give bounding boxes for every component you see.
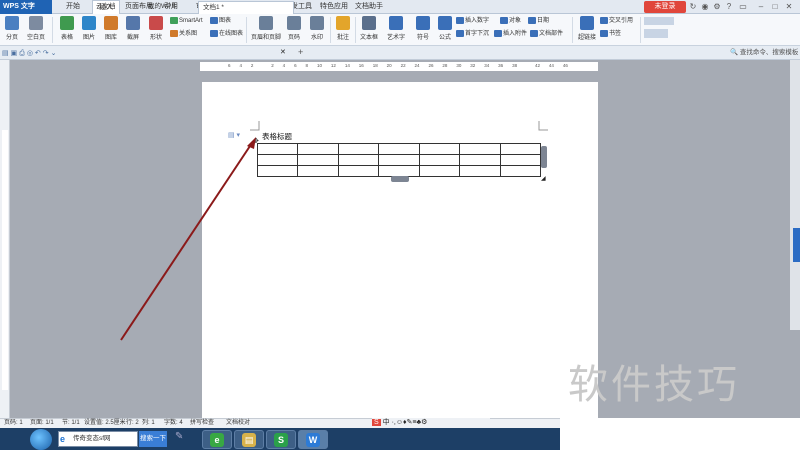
- taskbar-explorer[interactable]: ▤: [234, 430, 264, 449]
- taskbar-search-input[interactable]: 传奇变态sf网: [58, 431, 138, 447]
- status-line: 行: 2: [126, 420, 139, 426]
- start-button[interactable]: [30, 429, 52, 450]
- writer-icon: W: [306, 433, 320, 447]
- taskbar-search-button[interactable]: 搜索一下: [139, 431, 167, 447]
- taskbar-browser[interactable]: e: [202, 430, 232, 449]
- spreadsheet-icon: S: [274, 433, 288, 447]
- spell-check-toggle[interactable]: 拼写检查: [190, 419, 214, 428]
- taskbar-writer[interactable]: W: [298, 430, 328, 449]
- status-section: 节: 1/1: [62, 420, 80, 426]
- tool-icon[interactable]: ✎: [175, 431, 193, 447]
- ie-icon: e: [60, 434, 66, 444]
- status-position: 设置值: 2.5厘米: [84, 420, 126, 426]
- taskbar-sheets[interactable]: S: [266, 430, 296, 449]
- folder-icon: ▤: [242, 433, 256, 447]
- status-column: 列: 1: [142, 420, 155, 426]
- browser-icon: e: [210, 433, 224, 447]
- status-word-count: 字数: 4: [164, 420, 183, 426]
- sogou-icon: S: [372, 419, 381, 426]
- ime-toolbar[interactable]: S 中 ·,☺♦✎≡♣⚙: [372, 418, 490, 428]
- scrollbar-thumb[interactable]: [793, 228, 800, 262]
- watermark-text: 软件技巧: [568, 362, 740, 408]
- status-page: 页码: 1: [4, 420, 23, 426]
- proofread-toggle[interactable]: 文档校对: [226, 419, 250, 428]
- status-pages: 页面: 1/1: [30, 420, 54, 426]
- vertical-scrollbar[interactable]: [790, 60, 800, 330]
